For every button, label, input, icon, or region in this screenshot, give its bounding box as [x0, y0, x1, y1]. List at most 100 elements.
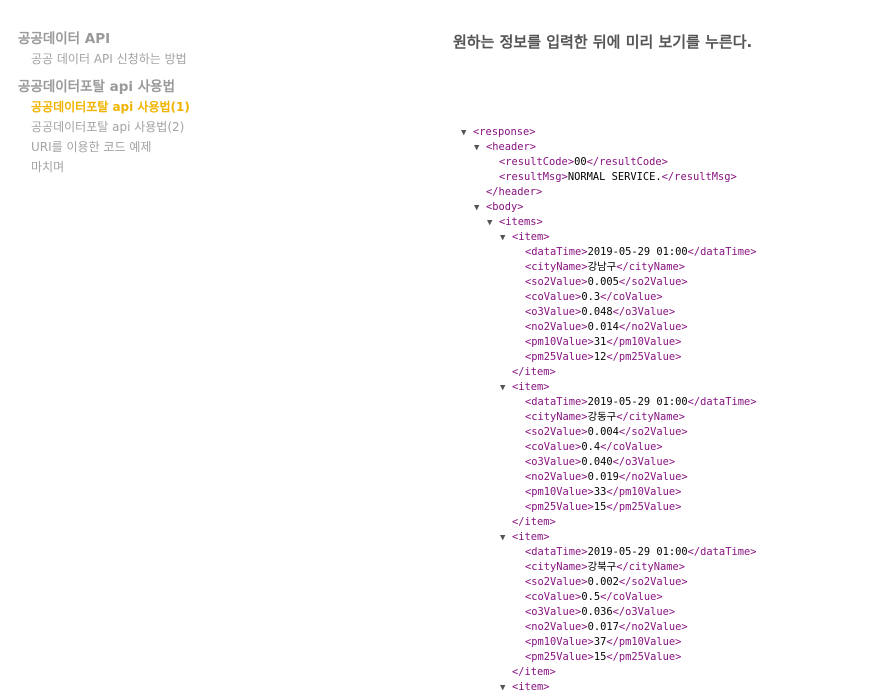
xml-field-no2Value: <no2Value>0.017</no2Value>: [461, 620, 861, 635]
xml-field-pm10Value: <pm10Value>33</pm10Value>: [461, 485, 861, 500]
collapse-toggle-icon[interactable]: ▼: [500, 381, 512, 395]
xml-close-tag: </item>: [512, 666, 556, 678]
toc-item[interactable]: 마치며: [18, 157, 278, 177]
xml-tag: <so2Value>: [525, 276, 588, 288]
xml-node-item: ▼ <item>: [461, 530, 861, 545]
xml-open-tag: <items>: [499, 216, 543, 228]
xml-value: 15: [593, 651, 607, 663]
xml-tag: <pm25Value>: [525, 351, 594, 363]
xml-value: 00: [574, 156, 587, 168]
xml-field-cityName: <cityName>강동구</cityName>: [461, 410, 861, 425]
xml-node-header: ▼ <header>: [461, 140, 861, 155]
xml-field-coValue: <coValue>0.3</coValue>: [461, 290, 861, 305]
xml-tag: </o3Value>: [612, 606, 676, 618]
xml-field-o3Value: <o3Value>0.036</o3Value>: [461, 605, 861, 620]
xml-field-pm25Value: <pm25Value>15</pm25Value>: [461, 500, 861, 515]
xml-open-tag: <item>: [512, 231, 550, 243]
xml-value: 0.3: [581, 291, 601, 303]
xml-tag: </pm10Value>: [606, 636, 682, 648]
xml-tag: <o3Value>: [525, 606, 582, 618]
xml-field-dataTime: <dataTime>2019-05-29 01:00</dataTime>: [461, 245, 861, 260]
xml-tag: <pm25Value>: [525, 501, 594, 513]
instruction-text: 원하는 정보를 입력한 뒤에 미리 보기를 누른다.: [453, 33, 753, 51]
xml-tag: <coValue>: [525, 591, 582, 603]
xml-value: 0.019: [587, 471, 619, 483]
xml-open-tag: <item>: [512, 681, 550, 693]
xml-node-body: ▼ <body>: [461, 200, 861, 215]
xml-field-resultMsg: <resultMsg>NORMAL SERVICE.</resultMsg>: [461, 170, 861, 185]
xml-field-so2Value: <so2Value>0.002</so2Value>: [461, 575, 861, 590]
xml-node-item: ▼ <item>: [461, 680, 861, 695]
xml-value: 0.005: [587, 276, 619, 288]
xml-tag: <pm10Value>: [525, 336, 594, 348]
xml-node-item: ▼ <item>: [461, 380, 861, 395]
xml-field-pm10Value: <pm10Value>31</pm10Value>: [461, 335, 861, 350]
xml-node-item: ▼ <item>: [461, 230, 861, 245]
xml-tag: </o3Value>: [612, 456, 676, 468]
xml-value: 37: [593, 636, 607, 648]
xml-tag: <no2Value>: [525, 621, 588, 633]
toc-item[interactable]: 공공데이터포탈 api 사용법(2): [18, 117, 278, 137]
xml-tag: </so2Value>: [618, 276, 688, 288]
xml-tag: <o3Value>: [525, 456, 582, 468]
xml-tag: </dataTime>: [687, 546, 757, 558]
xml-value: 강동구: [587, 411, 617, 423]
xml-value: 2019-05-29 01:00: [587, 546, 688, 558]
toc-item[interactable]: URI를 이용한 코드 예제: [18, 137, 278, 157]
collapse-toggle-icon[interactable]: ▼: [500, 231, 512, 245]
xml-value: 0.036: [581, 606, 613, 618]
xml-open-tag: <response>: [473, 126, 536, 138]
toc-item[interactable]: 공공 데이터 API 신청하는 방법: [18, 49, 278, 69]
xml-value: 0.014: [587, 321, 619, 333]
xml-tag: <coValue>: [525, 441, 582, 453]
xml-node-response: ▼ <response>: [461, 125, 861, 140]
xml-tag: </pm10Value>: [606, 336, 682, 348]
xml-field-o3Value: <o3Value>0.040</o3Value>: [461, 455, 861, 470]
xml-field-so2Value: <so2Value>0.005</so2Value>: [461, 275, 861, 290]
collapse-toggle-icon[interactable]: ▼: [500, 531, 512, 545]
collapse-toggle-icon[interactable]: ▼: [474, 201, 486, 215]
xml-value: 0.040: [581, 456, 613, 468]
xml-field-dataTime: <dataTime>2019-05-29 01:00</dataTime>: [461, 395, 861, 410]
collapse-toggle-icon[interactable]: ▼: [474, 141, 486, 155]
collapse-toggle-icon[interactable]: ▼: [487, 216, 499, 230]
xml-tag: </resultMsg>: [661, 171, 737, 183]
xml-tag: <so2Value>: [525, 426, 588, 438]
xml-value: NORMAL SERVICE.: [567, 171, 662, 183]
xml-viewer: ▼ <response> ▼ <header> <resultCode>00</resu…: [461, 125, 861, 695]
xml-field-no2Value: <no2Value>0.019</no2Value>: [461, 470, 861, 485]
toc-section-title[interactable]: 공공데이터포탈 api 사용법: [18, 77, 278, 97]
xml-close-header: </header>: [461, 185, 861, 200]
xml-node-items: ▼ <items>: [461, 215, 861, 230]
xml-value: 0.5: [581, 591, 601, 603]
toc-item-active[interactable]: 공공데이터포탈 api 사용법(1): [18, 97, 278, 117]
xml-close-tag: </item>: [512, 366, 556, 378]
xml-value: 0.4: [581, 441, 601, 453]
xml-tag: <cityName>: [525, 561, 588, 573]
xml-tag: </dataTime>: [687, 246, 757, 258]
xml-tag: <dataTime>: [525, 546, 588, 558]
xml-tag: </so2Value>: [618, 576, 688, 588]
xml-tag: </cityName>: [616, 561, 686, 573]
xml-field-dataTime: <dataTime>2019-05-29 01:00</dataTime>: [461, 545, 861, 560]
xml-field-coValue: <coValue>0.5</coValue>: [461, 590, 861, 605]
xml-tag: <coValue>: [525, 291, 582, 303]
xml-value: 0.002: [587, 576, 619, 588]
xml-tag: </cityName>: [616, 261, 686, 273]
xml-field-no2Value: <no2Value>0.014</no2Value>: [461, 320, 861, 335]
xml-tag: <resultMsg>: [499, 171, 568, 183]
collapse-toggle-icon[interactable]: ▼: [500, 681, 512, 695]
collapse-toggle-icon[interactable]: ▼: [461, 126, 473, 140]
xml-tag: </coValue>: [600, 591, 663, 603]
xml-field-cityName: <cityName>강남구</cityName>: [461, 260, 861, 275]
xml-tag: </pm25Value>: [606, 651, 682, 663]
xml-value: 강남구: [587, 261, 617, 273]
toc-section-title[interactable]: 공공데이터 API: [18, 29, 278, 49]
xml-close-tag: </header>: [486, 186, 543, 198]
xml-open-tag: <header>: [486, 141, 537, 153]
xml-open-tag: <item>: [512, 531, 550, 543]
table-of-contents: 공공데이터 API 공공 데이터 API 신청하는 방법공공데이터포탈 api 사…: [18, 29, 278, 177]
xml-tag: </no2Value>: [618, 471, 688, 483]
xml-value: 강북구: [587, 561, 617, 573]
xml-tag: <no2Value>: [525, 321, 588, 333]
